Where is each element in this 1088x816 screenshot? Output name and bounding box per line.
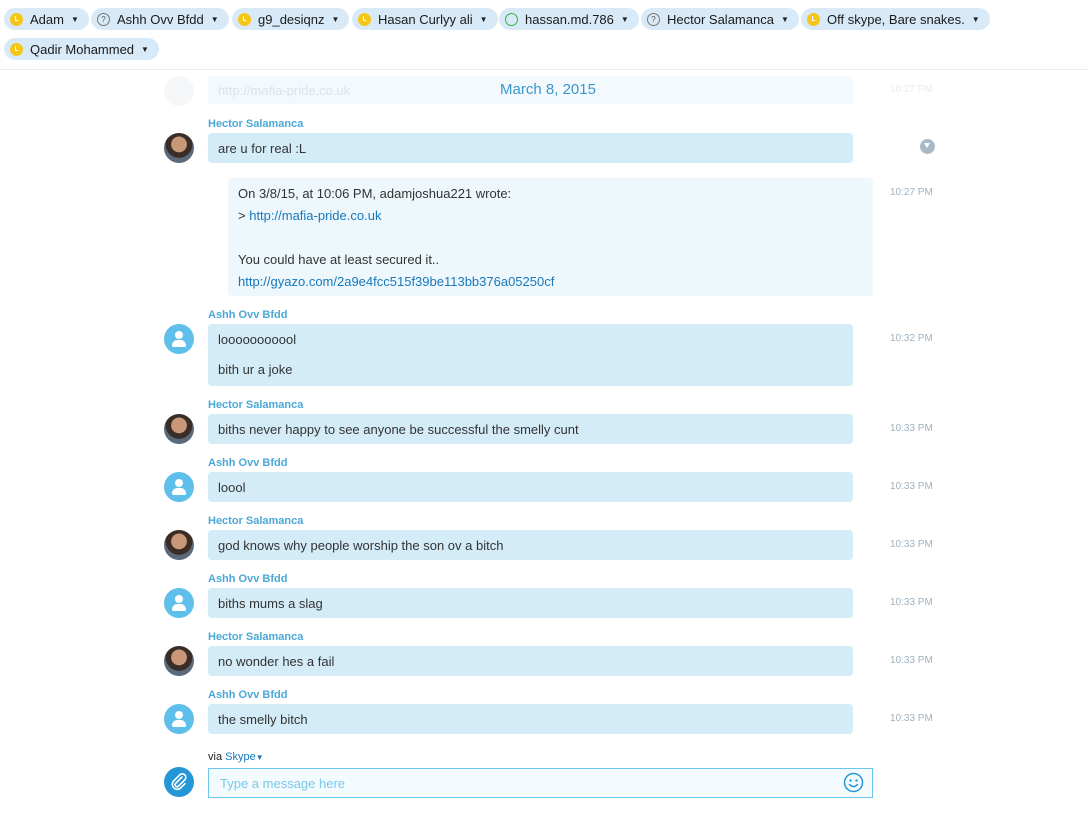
avatar[interactable] bbox=[164, 646, 194, 676]
participant-chip[interactable]: g9_desiqnz ▼ bbox=[232, 8, 350, 30]
message-text: are u for real :L bbox=[218, 141, 307, 156]
message-bubble[interactable]: god knows why people worship the son ov … bbox=[208, 530, 853, 560]
participant-chip[interactable]: Adam ▼ bbox=[4, 8, 89, 30]
message-input[interactable] bbox=[208, 768, 873, 798]
sender-name: Hector Salamanca bbox=[208, 118, 304, 130]
quote-text: You could have at least secured it.. bbox=[238, 252, 440, 267]
attach-button[interactable] bbox=[164, 767, 194, 797]
message-text: biths never happy to see anyone be succe… bbox=[218, 422, 579, 437]
caret-down-icon: ▼ bbox=[255, 753, 264, 762]
sender-name: Ashh Ovv Bfdd bbox=[208, 689, 288, 701]
online-status-icon bbox=[505, 12, 518, 26]
avatar bbox=[164, 76, 194, 106]
caret-down-icon: ▼ bbox=[620, 14, 629, 24]
default-avatar-icon[interactable] bbox=[164, 704, 194, 734]
message-time: 10:33 PM bbox=[890, 423, 933, 434]
participant-name: Ashh Ovv Bfdd bbox=[117, 11, 204, 27]
message-bubble[interactable]: biths mums a slag bbox=[208, 588, 853, 618]
quote-link[interactable]: http://mafia-pride.co.uk bbox=[249, 208, 381, 223]
quoted-message-bubble[interactable]: On 3/8/15, at 10:06 PM, adamjoshua221 wr… bbox=[228, 178, 873, 296]
caret-down-icon: ▼ bbox=[479, 14, 488, 24]
sender-name: Hector Salamanca bbox=[208, 515, 304, 527]
via-label: via bbox=[208, 751, 223, 763]
message-bubble[interactable]: the smelly bitch bbox=[208, 704, 853, 734]
message-time: 10:33 PM bbox=[890, 481, 933, 492]
service-name: Skype bbox=[225, 751, 256, 763]
quote-link-line: > http://mafia-pride.co.uk bbox=[238, 208, 382, 223]
default-avatar-icon[interactable] bbox=[164, 588, 194, 618]
message-text: loool bbox=[218, 480, 246, 495]
message-bubble[interactable]: no wonder hes a fail bbox=[208, 646, 853, 676]
participant-name: Hasan Curlyy ali bbox=[378, 11, 473, 27]
scroll-to-bottom-icon[interactable] bbox=[920, 139, 935, 154]
question-status-icon: ? bbox=[647, 12, 660, 26]
gyazo-link[interactable]: http://gyazo.com/2a9e4fcc515f39be113bb37… bbox=[238, 274, 554, 289]
participant-chip[interactable]: ? Hector Salamanca ▼ bbox=[641, 8, 799, 30]
participant-name: g9_desiqnz bbox=[258, 11, 325, 27]
message-text: the smelly bitch bbox=[218, 712, 308, 727]
clock-status-icon bbox=[10, 42, 23, 56]
participant-chip[interactable]: Hasan Curlyy ali ▼ bbox=[352, 8, 498, 30]
participant-chip[interactable]: hassan.md.786 ▼ bbox=[499, 8, 639, 30]
question-status-icon: ? bbox=[97, 12, 110, 26]
caret-down-icon: ▼ bbox=[971, 14, 980, 24]
message-text: bith ur a joke bbox=[218, 362, 293, 377]
clock-status-icon bbox=[10, 12, 23, 26]
participant-chip[interactable]: Off skype, Bare snakes. ▼ bbox=[801, 8, 990, 30]
default-avatar-icon[interactable] bbox=[164, 324, 194, 354]
message-time: 10:33 PM bbox=[890, 597, 933, 608]
chevron-down-icon bbox=[924, 143, 930, 148]
message-time: 10:33 PM bbox=[890, 655, 933, 666]
avatar[interactable] bbox=[164, 414, 194, 444]
caret-down-icon: ▼ bbox=[70, 14, 79, 24]
sender-name: Ashh Ovv Bfdd bbox=[208, 457, 288, 469]
date-header: March 8, 2015 bbox=[500, 81, 596, 98]
caret-down-icon: ▼ bbox=[780, 14, 789, 24]
clock-status-icon bbox=[358, 12, 371, 26]
participant-name: Hector Salamanca bbox=[667, 11, 774, 27]
smiley-icon bbox=[843, 772, 864, 793]
default-avatar-icon[interactable] bbox=[164, 472, 194, 502]
caret-down-icon: ▼ bbox=[331, 14, 340, 24]
sender-name: Ashh Ovv Bfdd bbox=[208, 573, 288, 585]
participant-chip[interactable]: ? Ashh Ovv Bfdd ▼ bbox=[91, 8, 229, 30]
caret-down-icon: ▼ bbox=[141, 44, 149, 54]
message-text: no wonder hes a fail bbox=[218, 654, 335, 669]
participant-chip[interactable]: Qadir Mohammed ▼ bbox=[4, 38, 159, 60]
avatar[interactable] bbox=[164, 530, 194, 560]
sender-name: Hector Salamanca bbox=[208, 399, 304, 411]
participant-name: Qadir Mohammed bbox=[30, 41, 135, 57]
participant-name: hassan.md.786 bbox=[525, 11, 614, 27]
sender-name: Hector Salamanca bbox=[208, 631, 304, 643]
message-time: 10:33 PM bbox=[890, 539, 933, 550]
service-selector[interactable]: Skype▼ bbox=[225, 751, 264, 763]
message-text: god knows why people worship the son ov … bbox=[218, 538, 504, 553]
emoji-button[interactable] bbox=[843, 772, 864, 793]
caret-down-icon: ▼ bbox=[210, 14, 219, 24]
via-service: via Skype▼ bbox=[208, 751, 264, 763]
participant-name: Off skype, Bare snakes. bbox=[827, 11, 965, 27]
clock-status-icon bbox=[807, 12, 820, 26]
message-time: 10:27 PM bbox=[890, 187, 933, 198]
message-bubble[interactable]: are u for real :L bbox=[208, 133, 853, 163]
paperclip-icon bbox=[171, 772, 187, 791]
clock-status-icon bbox=[238, 12, 251, 26]
message-bubble[interactable]: biths never happy to see anyone be succe… bbox=[208, 414, 853, 444]
participants-bar: Adam ▼ ? Ashh Ovv Bfdd ▼ g9_desiqnz ▼ Ha… bbox=[0, 0, 1088, 70]
message-time: 10:32 PM bbox=[890, 333, 933, 344]
participant-name: Adam bbox=[30, 11, 64, 27]
message-time: 10:33 PM bbox=[890, 713, 933, 724]
sender-name: Ashh Ovv Bfdd bbox=[208, 309, 288, 321]
avatar[interactable] bbox=[164, 133, 194, 163]
message-text: looooooooool bbox=[218, 332, 297, 347]
message-time: 10:27 PM bbox=[890, 84, 933, 95]
message-text: biths mums a slag bbox=[218, 596, 323, 611]
message-bubble[interactable]: loool bbox=[208, 472, 853, 502]
quote-header: On 3/8/15, at 10:06 PM, adamjoshua221 wr… bbox=[238, 186, 512, 201]
message-bubble[interactable]: looooooooool bith ur a joke bbox=[208, 324, 853, 386]
